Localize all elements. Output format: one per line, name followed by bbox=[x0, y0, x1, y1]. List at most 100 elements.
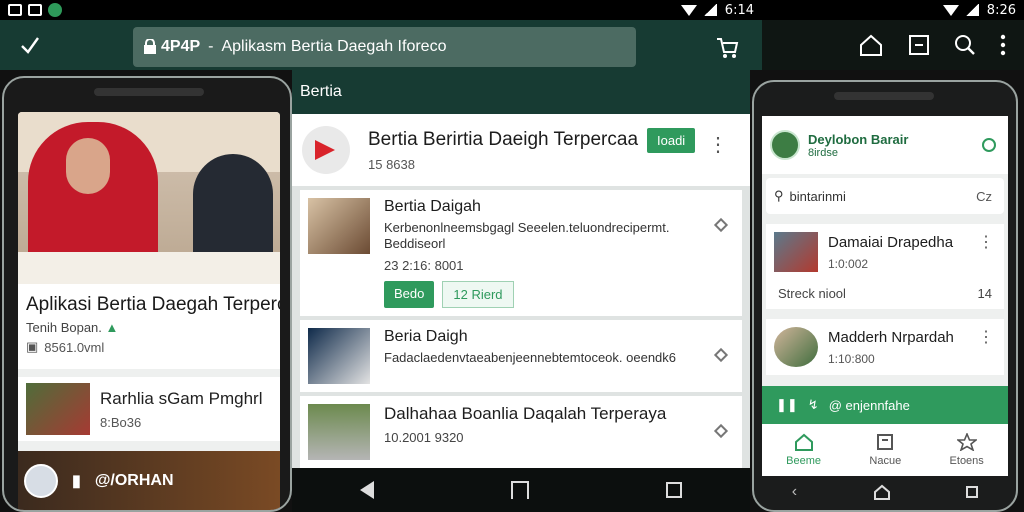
list-item-footer-right: 14 bbox=[977, 286, 992, 301]
bottom-banner[interactable]: ▮ @/ORHAN bbox=[18, 451, 280, 510]
system-nav-bar bbox=[292, 468, 750, 512]
list-item-meta: 1:10:800 bbox=[828, 351, 875, 366]
tab-label: Beeme bbox=[786, 455, 822, 467]
flash-icon[interactable]: ↯ bbox=[808, 397, 819, 413]
left-phone: Aplikasi Bertia Daegah Terperca Tenih Bo… bbox=[2, 76, 292, 512]
profile-subtitle: 8irdse bbox=[808, 146, 838, 159]
back-icon[interactable] bbox=[360, 481, 375, 499]
news-description: Fadaclaedenvtaeabenjeennebtemtoceok. oee… bbox=[384, 350, 677, 365]
news-card[interactable]: Dalhahaa Boanlia Daqalah Terperaya 10.20… bbox=[300, 396, 742, 468]
search-action[interactable]: Cz bbox=[976, 189, 992, 204]
status-bar-right: 8:26 bbox=[762, 0, 1024, 20]
check-icon[interactable] bbox=[0, 20, 60, 70]
home-icon[interactable] bbox=[873, 484, 891, 500]
app-icon bbox=[48, 3, 62, 17]
more-vert-icon[interactable]: ⋮ bbox=[978, 232, 994, 252]
phone-speaker bbox=[94, 88, 204, 96]
news-thumbnail bbox=[308, 328, 370, 384]
right-phone: Deylobon Barair 8irdse ⚲ bintarinmi Cz D… bbox=[752, 80, 1018, 512]
news-time: 23 2:16: 8001 bbox=[384, 258, 464, 273]
section-title: Bertia bbox=[292, 70, 750, 114]
screenshot: 6:14 8:26 4P4P - Aplikasm Bertia Daegah … bbox=[0, 0, 1024, 512]
home-icon[interactable] bbox=[510, 481, 529, 499]
action-bar-text: @ enjennfahe bbox=[828, 397, 910, 413]
profile-header[interactable]: Deylobon Barair 8irdse bbox=[762, 116, 1008, 174]
system-nav-bar: ‹ bbox=[754, 474, 1016, 510]
list-item[interactable]: Damaiai Drapedha 1:0:002 ⋮ Streck niool … bbox=[766, 224, 1004, 309]
pause-icon[interactable]: ❚❚ bbox=[776, 397, 798, 413]
recents-icon[interactable] bbox=[665, 482, 682, 498]
more-vert-icon[interactable]: ⋮ bbox=[708, 132, 728, 157]
url-tag-label: 4P4P bbox=[161, 38, 201, 55]
news-time: 10.2001 9320 bbox=[384, 430, 464, 445]
notification-icons bbox=[8, 3, 62, 17]
more-vert-icon[interactable]: ⋮ bbox=[978, 327, 994, 347]
list-item-thumbnail bbox=[774, 232, 818, 272]
left-phone-screen: Aplikasi Bertia Daegah Terperca Tenih Bo… bbox=[18, 112, 280, 510]
wifi-icon bbox=[942, 4, 959, 16]
news-title: Beria Daigh bbox=[384, 328, 468, 345]
headline-title[interactable]: Aplikasi Bertia Daegah Terperca bbox=[18, 284, 280, 318]
right-toolbar bbox=[762, 20, 1024, 70]
right-phone-screen: Deylobon Barair 8irdse ⚲ bintarinmi Cz D… bbox=[762, 116, 1008, 476]
avatar bbox=[24, 464, 58, 498]
camera-icon: ▣ bbox=[26, 339, 39, 354]
gallery-icon bbox=[28, 4, 42, 16]
verified-icon: ▲ bbox=[105, 320, 119, 335]
featured-meta: 15 8638 bbox=[368, 156, 415, 172]
recents-icon[interactable] bbox=[966, 486, 979, 498]
search-input[interactable]: ⚲ bintarinmi Cz bbox=[766, 178, 1004, 214]
news-thumbnail bbox=[308, 404, 370, 460]
url-tag: 4P4P bbox=[143, 38, 200, 56]
verified-icon bbox=[982, 138, 996, 152]
star-icon bbox=[956, 433, 977, 451]
avatar bbox=[770, 130, 800, 160]
signal-icon bbox=[964, 4, 979, 16]
home-icon[interactable] bbox=[858, 33, 884, 57]
read-button[interactable]: Bedo bbox=[384, 281, 435, 308]
list-item-thumbnail bbox=[26, 383, 90, 435]
list-item-meta: 8:Bo36 bbox=[100, 414, 142, 430]
secondary-button[interactable]: 12 Rierd bbox=[442, 281, 514, 308]
search-icon[interactable] bbox=[954, 34, 976, 56]
featured-item[interactable]: Bertia Berirtia Daeigh Terpercaa 15 8638… bbox=[292, 114, 750, 186]
list-item-meta: 1:0:002 bbox=[828, 256, 869, 271]
image-icon bbox=[8, 4, 22, 16]
url-text: Aplikasm Bertia Daegah Iforeco bbox=[221, 38, 447, 55]
status-time-right: 8:26 bbox=[986, 2, 1016, 18]
bottom-tab-bar: Beeme Nacue Etoens bbox=[762, 424, 1008, 476]
list-item-thumbnail bbox=[774, 327, 818, 367]
news-card[interactable]: Bertia Daigah Kerbenonlneemsbgagl Seeele… bbox=[300, 190, 742, 316]
status-bar-left: 6:14 bbox=[0, 0, 762, 20]
tab-favorites[interactable]: Etoens bbox=[950, 433, 984, 467]
list-item[interactable]: Rarhlia sGam Pmghrl 8:Bo36 bbox=[18, 377, 280, 441]
lock-icon bbox=[144, 39, 156, 54]
featured-badge-button[interactable]: Ioadi bbox=[647, 128, 696, 153]
more-vert-icon[interactable] bbox=[1000, 34, 1006, 56]
tab-switcher-icon[interactable] bbox=[908, 34, 930, 56]
news-card[interactable]: Beria Daigh Fadaclaedenvtaeabenjeennebte… bbox=[300, 320, 742, 392]
tab-home[interactable]: Beeme bbox=[786, 433, 821, 467]
search-icon: ⚲ bbox=[774, 188, 784, 203]
bookmark-icon: ▮ bbox=[72, 473, 81, 490]
featured-title: Bertia Berirtia Daeigh Terpercaa bbox=[368, 128, 639, 150]
back-icon[interactable]: ‹ bbox=[792, 483, 797, 501]
tab-news[interactable]: Nacue bbox=[869, 433, 901, 467]
status-time-left: 6:14 bbox=[724, 2, 754, 18]
tab-label: Etoens bbox=[949, 455, 984, 467]
list-item-title: Madderh Nrpardah bbox=[828, 328, 954, 346]
search-input-text: bintarinmi bbox=[789, 188, 846, 204]
headline-photo[interactable] bbox=[18, 112, 280, 284]
news-title: Bertia Daigah bbox=[384, 198, 481, 215]
action-bar[interactable]: ❚❚ ↯ @ enjennfahe bbox=[762, 386, 1008, 424]
news-icon bbox=[877, 434, 894, 450]
news-description: Kerbenonlneemsbgagl Seeelen.teluondrecip… bbox=[384, 220, 670, 251]
list-item[interactable]: Madderh Nrpardah 1:10:800 ⋮ bbox=[766, 319, 1004, 375]
list-item-title: Damaiai Drapedha bbox=[828, 233, 954, 251]
list-item-footer-left: Streck niool bbox=[778, 286, 846, 301]
url-bar[interactable]: 4P4P - Aplikasm Bertia Daegah Iforeco bbox=[133, 27, 636, 67]
signal-icon bbox=[702, 4, 717, 16]
headline-meta-text: 8561.0vml bbox=[44, 339, 105, 355]
headline-source: Tenih Bopan. ▲ bbox=[18, 318, 280, 337]
cart-icon[interactable] bbox=[704, 28, 750, 68]
